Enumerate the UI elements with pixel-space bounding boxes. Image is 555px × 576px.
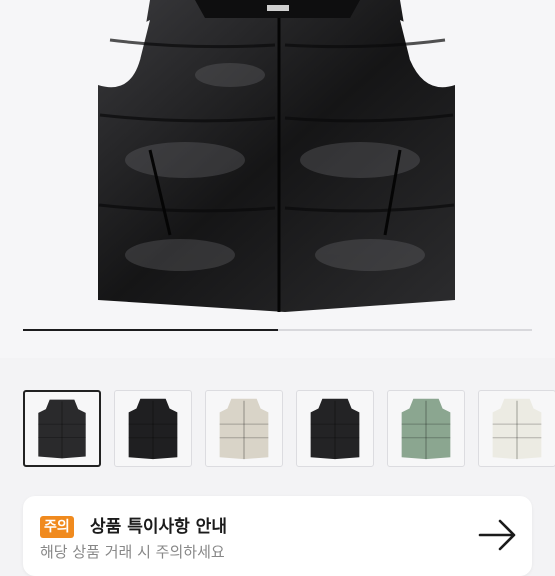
ivory-vest-thumb[interactable] — [478, 390, 555, 467]
vest-thumbnail-image — [401, 398, 451, 460]
vest-thumbnail-image — [38, 399, 86, 459]
gallery-progress-bar — [23, 329, 532, 331]
notice-card[interactable]: 주의 상품 특이사항 안내 해당 상품 거래 시 주의하세요 — [23, 496, 532, 576]
notice-title: 상품 특이사항 안내 — [90, 517, 227, 537]
vest-thumbnail-image — [310, 398, 360, 460]
black-vest-thumb[interactable] — [23, 390, 101, 467]
arrow-right-icon[interactable] — [478, 518, 518, 552]
thumbnail-strip[interactable] — [0, 360, 555, 484]
green-vest-thumb[interactable] — [387, 390, 465, 467]
black-vest-2-thumb[interactable] — [114, 390, 192, 467]
cream-vest-thumb[interactable] — [205, 390, 283, 467]
vest-thumbnail-image — [128, 398, 178, 460]
warning-badge: 주의 — [40, 516, 74, 538]
vest-thumbnail-image — [219, 398, 269, 460]
gallery-progress-fill — [23, 329, 278, 331]
black-vest-3-thumb[interactable] — [296, 390, 374, 467]
product-image — [98, 0, 455, 312]
notice-subtitle: 해당 상품 거래 시 주의하세요 — [40, 543, 225, 561]
vest-thumbnail-image — [492, 398, 542, 460]
product-image-gallery[interactable] — [0, 0, 555, 358]
